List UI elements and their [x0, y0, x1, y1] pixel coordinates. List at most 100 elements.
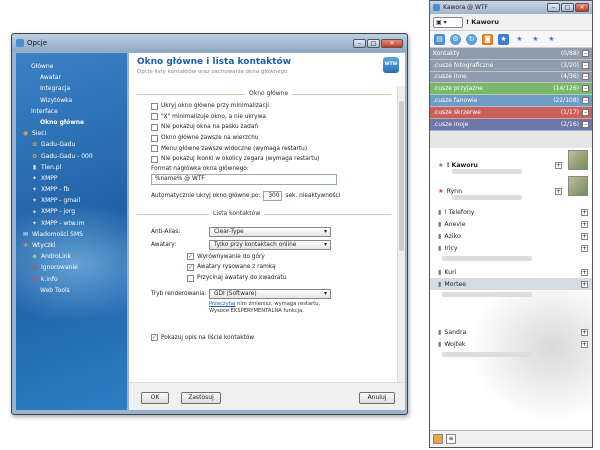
group-row[interactable]: .cusze inoje (2/16) –	[430, 118, 592, 131]
subgroup-row[interactable]: ▮ Anevie +	[430, 218, 592, 230]
refresh-icon[interactable]: ↻	[466, 33, 477, 45]
checkbox[interactable]	[151, 123, 158, 131]
expand-toggle[interactable]: +	[581, 232, 588, 240]
settings-icon[interactable]: ⚙	[450, 33, 461, 45]
expand-toggle[interactable]: +	[581, 340, 588, 348]
status-dropdown[interactable]: ▣ ▾	[433, 16, 463, 28]
subgroup-row[interactable]: ▮ Sandra +	[430, 326, 592, 338]
checkbox[interactable]	[187, 274, 194, 282]
ok-button[interactable]: OK	[141, 392, 169, 404]
subgroup-row[interactable]: ▮ Kuri +	[430, 266, 592, 278]
render-mode-select[interactable]: GDI (Software)	[209, 289, 331, 300]
sidebar-item-xmpp-fb[interactable]: ✦ XMPP - fb	[16, 184, 127, 195]
checkbox-row[interactable]: Nie pokazuj okna na pasku zadań	[151, 122, 405, 133]
group-row[interactable]: Kontakty (0/88) –	[430, 48, 592, 60]
expand-toggle[interactable]: +	[581, 244, 588, 252]
checkbox[interactable]	[151, 113, 158, 121]
options-scroll-area[interactable]: Okno główne Ukryj okno główne przy minim…	[129, 86, 405, 382]
checkbox-row[interactable]: Ukryj okno główne przy minimalizacji	[151, 101, 405, 112]
avatars-select[interactable]: Tylko przy kontaktach online	[209, 239, 331, 250]
expand-toggle[interactable]: –	[582, 85, 589, 93]
group-row[interactable]: .cusze fotograficzne (3/20) –	[430, 59, 592, 72]
close-button[interactable]: ✕	[575, 3, 589, 12]
notes-icon[interactable]: ≡	[446, 434, 456, 444]
contact-row[interactable]: ★ Rynn +	[430, 176, 592, 204]
sidebar-item-gadu-gadu[interactable]: ✿ Gadu-Gadu	[16, 139, 127, 150]
checkbox-row[interactable]: Menu główne zawsze widoczne (wymaga rest…	[151, 143, 405, 154]
star-icon[interactable]: ★	[530, 34, 541, 45]
apply-button[interactable]: Zastosuj	[181, 392, 221, 404]
checkbox[interactable]	[151, 145, 158, 153]
format-input[interactable]: %name% @ WTF	[151, 173, 337, 185]
checkbox[interactable]	[151, 102, 158, 110]
expand-toggle[interactable]: +	[581, 280, 588, 288]
add-icon[interactable]: +	[555, 161, 562, 169]
checkbox-row[interactable]: Okno główne zawsze na wierzchu	[151, 133, 405, 144]
roster-titlebar[interactable]: Kawora @ WTF – □ ✕	[430, 1, 592, 14]
sidebar-item-web-tools[interactable]: Web Tools	[16, 285, 127, 296]
checkbox[interactable]: ✓	[187, 263, 194, 271]
expand-toggle[interactable]: +	[581, 220, 588, 228]
checkbox[interactable]: ✓	[187, 253, 194, 261]
sidebar-item-k-info[interactable]: ℹ k.info	[16, 274, 127, 285]
checkbox[interactable]: ✓	[151, 334, 158, 342]
folder-icon[interactable]	[433, 434, 443, 444]
expand-toggle[interactable]: –	[582, 108, 589, 116]
vertical-scrollbar[interactable]	[397, 86, 405, 382]
group-row[interactable]: .cusze przyjazne (14/126) –	[430, 83, 592, 96]
cancel-button[interactable]: Anuluj	[359, 392, 395, 404]
show-description-checkbox[interactable]: ✓ Pokazuj opis na liście kontaktów	[151, 332, 405, 343]
expand-toggle[interactable]: +	[581, 208, 588, 216]
sidebar-item-okno-g-wne[interactable]: Okno główne	[16, 117, 127, 128]
expand-toggle[interactable]: +	[581, 328, 588, 336]
sidebar-item-tlen-pl[interactable]: ▮ Tlen.pl	[16, 162, 127, 173]
checkbox-row[interactable]: Przycinaj awatary do kwadratu	[187, 273, 405, 284]
group-row[interactable]: .cusze fanowie (22/108) –	[430, 95, 592, 107]
star-icon[interactable]: ★	[498, 33, 509, 45]
checkbox-row[interactable]: ✓ Wyrównywanie do góry	[187, 252, 405, 263]
add-icon[interactable]: +	[555, 187, 562, 195]
expand-toggle[interactable]: +	[581, 268, 588, 276]
checkbox-row[interactable]: Nie pokazuj ikonki w okolicy zegara (wym…	[151, 154, 405, 165]
autohide-input[interactable]: 300	[263, 190, 283, 201]
checkbox[interactable]	[151, 155, 158, 163]
subgroup-row[interactable]: ▮ Wojtek +	[430, 338, 592, 350]
minimize-button[interactable]: –	[547, 3, 560, 12]
options-titlebar[interactable]: Opcje – □ ✕	[12, 34, 407, 52]
subgroup-row[interactable]: ▮! Telefony +	[430, 206, 592, 218]
checkbox-row[interactable]: ✓ Awatary rysowane z ramką	[187, 262, 405, 273]
sidebar-item-g-wne[interactable]: Główne	[16, 61, 127, 72]
menu-icon[interactable]: ▤	[434, 33, 445, 45]
group-row[interactable]: .cusze inne (4/36) –	[430, 71, 592, 84]
sidebar-item-xmpp-gmail[interactable]: ✦ XMPP - gmail	[16, 195, 127, 206]
feed-icon[interactable]: ◙	[482, 33, 493, 45]
sidebar-item-xmpp[interactable]: ✦ XMPP	[16, 173, 127, 184]
sidebar-item-integracja[interactable]: Integracja	[16, 83, 127, 94]
subgroup-row[interactable]: ▮ Mortee +	[430, 278, 592, 290]
sidebar-item-wizyt-wka[interactable]: Wizytówka	[16, 95, 127, 106]
contact-row[interactable]: ★! Kaworu +	[430, 150, 592, 178]
sidebar-item-sieci[interactable]: ◉ Sieci	[16, 128, 127, 139]
checkbox[interactable]	[151, 134, 158, 142]
sidebar-item-xmpp-jorg[interactable]: ✦ XMPP - jorg	[16, 206, 127, 217]
sidebar-item-androlink[interactable]: ◆ AndroLink	[16, 251, 127, 262]
sidebar-item-wiadomo-ci-sms[interactable]: ✉ Wiadomości SMS	[16, 229, 127, 240]
sidebar-item-ignorowanie[interactable]: ⊘ Ignorowanie	[16, 262, 127, 273]
minimize-button[interactable]: –	[353, 38, 366, 48]
antialias-select[interactable]: Clear-Type	[209, 226, 331, 237]
expand-toggle[interactable]: –	[582, 120, 589, 128]
sidebar-item-interface[interactable]: Interface	[16, 106, 127, 117]
maximize-button[interactable]: □	[367, 38, 380, 48]
sidebar-item-gadu-gadu-000[interactable]: ✿ Gadu-Gadu - 000	[16, 151, 127, 162]
read-first-link[interactable]: Przeczytaj	[209, 301, 235, 307]
expand-toggle[interactable]: –	[582, 97, 589, 105]
sidebar-item-xmpp-wtw-im[interactable]: ✦ XMPP - wtw.im	[16, 218, 127, 229]
checkbox-row[interactable]: "X" minimalizuje okno, a nie ukrywa	[151, 112, 405, 123]
contact-list[interactable]: ★! Kaworu + ★ Rynn + ▮! Telefony + ▮ Anevie + ▮ Azi…	[430, 148, 592, 432]
star-icon[interactable]: ★	[546, 34, 557, 45]
expand-toggle[interactable]: –	[582, 73, 589, 81]
sidebar-item-awatar[interactable]: Awatar	[16, 72, 127, 83]
scrollbar-thumb[interactable]	[399, 101, 404, 251]
sidebar-item-wtyczki[interactable]: ✚ Wtyczki	[16, 240, 127, 251]
subgroup-row[interactable]: ▮ Aziko +	[430, 230, 592, 242]
